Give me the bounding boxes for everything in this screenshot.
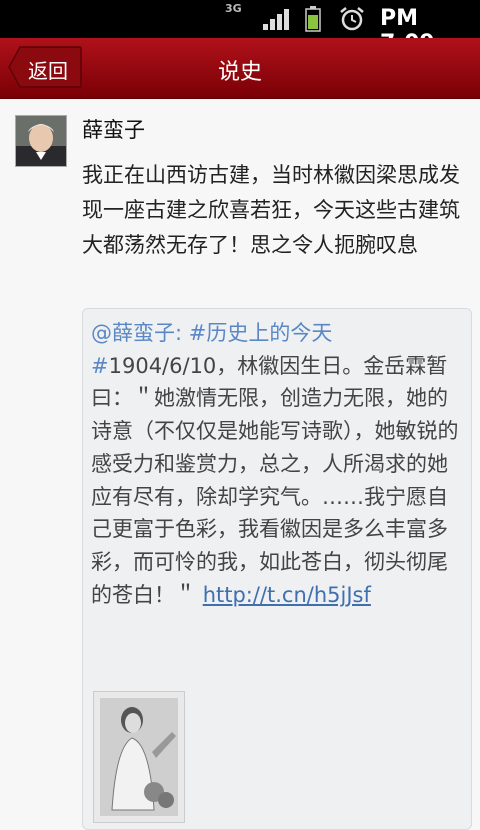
post-text: 我正在山西访古建，当时林徽因梁思成发现一座古建之欣喜若狂，今天这些古建筑大都荡然…: [82, 163, 460, 257]
mention-link[interactable]: @薛蛮子: [91, 321, 175, 345]
repost-thumbnail[interactable]: [93, 691, 185, 823]
repost-text: @薛蛮子: #历史上的今天#1904/6/10，林徽因生日。金岳霖暂曰：＂她激情…: [91, 317, 461, 611]
network-type: 3G: [225, 2, 242, 15]
author-name[interactable]: 薛蛮子: [82, 114, 145, 144]
battery-icon: [305, 6, 321, 32]
status-bar: 3G PM 7:09: [0, 0, 480, 56]
repost-body: 1904/6/10，林徽因生日。金岳霖暂曰：＂她激情无限，创造力无限，她的诗意（…: [91, 353, 459, 607]
mention-colon: :: [175, 321, 189, 345]
title-bar: 返回 说史: [0, 38, 480, 99]
signal-icon: [263, 9, 289, 30]
repost-card[interactable]: @薛蛮子: #历史上的今天#1904/6/10，林徽因生日。金岳霖暂曰：＂她激情…: [82, 308, 472, 830]
photo-thumbnail-image: [94, 692, 184, 822]
avatar-image: [16, 116, 66, 166]
avatar[interactable]: [15, 115, 67, 167]
alarm-clock-icon: [340, 7, 364, 31]
network-label: 3G: [225, 2, 242, 15]
short-link[interactable]: http://t.cn/h5jJsf: [203, 583, 371, 607]
page-title: 说史: [217, 60, 262, 85]
